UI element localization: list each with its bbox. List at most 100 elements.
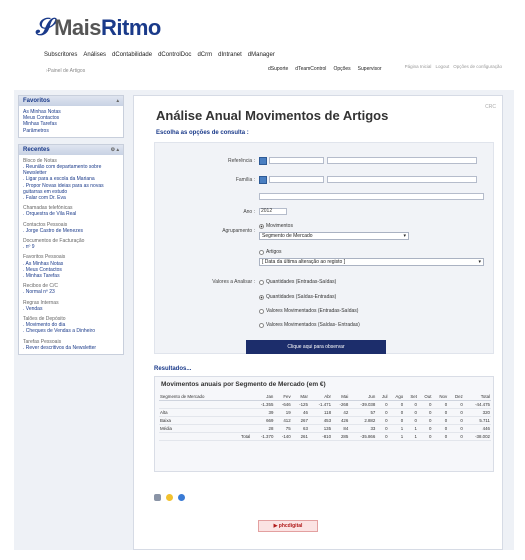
recentes-item[interactable]: . Propor Novas ideias para as novas guit… [23,183,119,195]
valores-option-radio[interactable]: Valores Movimentados (Saídas- Entradas) [259,322,360,328]
radio-dot-icon [259,249,264,255]
table-cell: 1 [388,432,405,441]
recentes-item[interactable]: . Rever descritivos da Newsletter [23,345,119,351]
referencia-label: Referência : [228,158,255,164]
table-cell: 285 [332,432,350,441]
table-row: Total -1.370 -140 261 -810 285 -35.866 0 1 1 0 0 0 -3… [159,432,491,441]
nav-item-dteamcontrol[interactable]: dTeamControl [295,66,326,72]
collapse-icon[interactable]: ▴ [116,98,119,104]
table-cell: -38.002 [463,432,491,441]
chevron-down-icon: ▾ [403,233,406,239]
segmento-select[interactable]: Segmento de Mercado ▾ [259,232,409,240]
radio-label: Valores Movimentados (Saídas- Entradas) [266,322,360,328]
table-cell [233,408,252,417]
table-row: Alta 39 19 46 118 42 57 0 0 0 0 0 0 320 [159,408,491,417]
phc-logo: ▶ phcdigital [258,520,318,532]
recentes-item[interactable]: . Jorge Castro de Menezes [23,228,119,234]
table-cell: 0 [432,408,449,417]
table-cell: -125 [291,400,309,409]
valores-label: Valores a Analisar : [212,279,255,285]
recentes-item[interactable]: . Falar com Dr. Eva [23,195,119,201]
nav-item-opcoes[interactable]: Opções [333,66,350,72]
top-links: Página Inicial Logout Opções de configur… [405,64,502,69]
recentes-item[interactable]: . nº 9 [23,244,119,250]
table-cell: 0 [417,416,433,425]
top-nav-2: dSuporte dTeamControl Opções Supervisor [120,66,382,72]
main-panel: Análise Anual Movimentos de Artigos CRC … [133,95,503,550]
table-cell: 42 [332,408,350,417]
recentes-item[interactable]: . Orquestra de Vila Real [23,211,119,217]
column-header: Jul [376,393,389,401]
nav-item-dcrm[interactable]: dCrm [197,52,212,58]
recentes-item[interactable]: . Minhas Tarefas [23,273,119,279]
agrupamento-movimentos-radio[interactable]: Movimentos [259,223,293,229]
familia-picker-icon[interactable] [259,176,267,184]
radio-label: Artigos [266,249,282,255]
app-logo[interactable]: 𝒮MaisRitmo [36,14,161,42]
nav-item-analises[interactable]: Análises [83,52,106,58]
referencia-input[interactable] [269,157,324,164]
radio-label: Quantidades (Entradas-Saídas) [266,279,337,285]
box-controls-icon[interactable]: ⚙ ▴ [111,147,119,153]
referencia-picker-icon[interactable] [259,157,267,165]
nav-item-dmanager[interactable]: dManager [248,52,275,58]
logo-text-mais: Mais [54,15,101,40]
logo-text-ritmo: Ritmo [101,15,161,40]
favoritos-list: As Minhas Notas Meus Contactos Minhas Ta… [19,106,123,137]
observe-button[interactable]: Clique aqui para observar [246,340,386,354]
valores-option-radio[interactable]: Valores Movimentados (Entradas-Saídas) [259,308,358,314]
radio-dot-icon [259,279,264,285]
recentes-item[interactable]: . Normal nº 23 [23,289,119,295]
column-header [233,393,252,401]
agrupamento-artigos-radio[interactable]: Artigos [259,249,282,255]
print-icon[interactable] [154,494,161,501]
nav-item-dsuporte[interactable]: dSuporte [268,66,288,72]
referencia-description-input[interactable] [327,157,477,164]
familia-extra-input[interactable] [259,193,484,200]
recentes-item[interactable]: . Vendas [23,306,119,312]
table-cell: 0 [388,400,405,409]
recentes-item[interactable]: . Reunião com departamento sobre Newslet… [23,164,119,176]
table-cell: 412 [274,416,292,425]
table-cell: 261 [291,432,309,441]
valores-option-radio[interactable]: Quantidades (Entradas-Saídas) [259,279,336,285]
valores-option-radio[interactable]: Quantidades (Saídas-Entradas) [259,294,336,300]
nav-item-dcontabilidade[interactable]: dContabilidade [112,52,152,58]
share-icon[interactable] [178,494,185,501]
familia-input[interactable] [269,176,324,183]
breadcrumb-label: Painel de Artigos [47,68,86,74]
data-alteracao-select[interactable]: [ Data da última alteração ao registo ] ▾ [259,258,484,266]
nav-item-dcontroldoc[interactable]: dControlDoc [158,52,191,58]
results-table-body: -1.355 -646 -125 -1.471 -268 -39.038 0 0 0 0 0 0 -44… [159,400,491,441]
nav-item-supervisor[interactable]: Supervisor [358,66,382,72]
table-cell: Total [233,432,252,441]
familia-description-input[interactable] [327,176,477,183]
page: 𝒮MaisRitmo Subscritores Análises dContab… [0,0,525,560]
table-cell: -39.038 [349,400,377,409]
nav-item-subscritores[interactable]: Subscritores [44,52,77,58]
link-logout[interactable]: Logout [435,64,449,69]
nav-item-dintranet[interactable]: dIntranet [218,52,242,58]
column-header: Segmento de Mercado [159,393,234,401]
select-value: Segmento de Mercado [262,233,313,239]
table-cell: 5.711 [463,416,491,425]
table-header-row: Segmento de Mercado Jan Fev Mar Abr Mai … [159,393,491,401]
table-cell: 84 [332,424,350,433]
table-cell: 446 [463,424,491,433]
table-cell: 0 [404,408,418,417]
sidebar: Favoritos ▴ As Minhas Notas Meus Contact… [18,95,124,361]
link-pagina-inicial[interactable]: Página Inicial [405,64,432,69]
table-cell: 0 [448,424,464,433]
star-icon[interactable] [166,494,173,501]
table-cell: -268 [332,400,350,409]
recentes-header: Recentes ⚙ ▴ [19,144,123,155]
table-cell: 1 [388,424,405,433]
options-heading: Escolha as opções de consulta : [156,130,249,136]
ano-input[interactable]: 2012 [259,208,287,215]
link-opcoes-configuracao[interactable]: Opções de configuração [453,64,502,69]
recentes-item[interactable]: . Cheques de Vendas a Dinheiro [23,328,119,334]
favoritos-item[interactable]: Parâmetros [23,128,119,134]
favoritos-box: Favoritos ▴ As Minhas Notas Meus Contact… [18,95,124,138]
column-header: Jun [349,393,377,401]
breadcrumb[interactable]: ›Painel de Artigos [46,68,85,74]
